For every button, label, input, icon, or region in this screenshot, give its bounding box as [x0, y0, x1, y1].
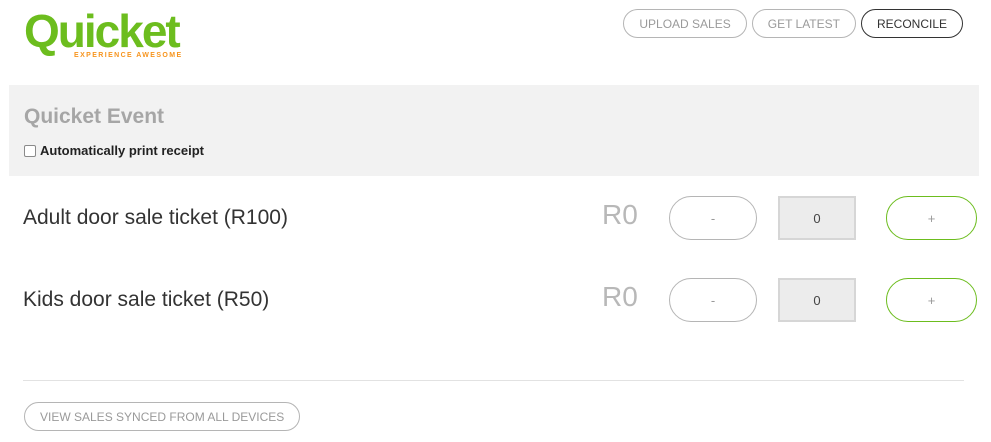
quicket-logo: Quicket EXPERIENCE AWESOME: [24, 8, 214, 64]
upload-sales-button[interactable]: UPLOAD SALES: [623, 9, 747, 38]
ticket-row-kids: Kids door sale ticket (R50) R0 - +: [0, 278, 991, 322]
ticket-total: R0: [602, 199, 638, 230]
ticket-row-adult: Adult door sale ticket (R100) R0 - +: [0, 196, 991, 240]
increase-quantity-button[interactable]: +: [886, 196, 977, 240]
quantity-input[interactable]: [778, 196, 856, 240]
view-synced-sales-button[interactable]: VIEW SALES SYNCED FROM ALL DEVICES: [24, 402, 301, 431]
section-divider: [23, 380, 964, 381]
event-header-panel: Quicket Event Automatically print receip…: [9, 85, 979, 176]
reconcile-button[interactable]: RECONCILE: [860, 9, 963, 38]
ticket-total: R0: [602, 281, 638, 312]
logo-tagline: EXPERIENCE AWESOME: [74, 52, 183, 59]
auto-print-label: Automatically print receipt: [40, 143, 204, 158]
logo-wordmark: Quicket: [24, 5, 181, 57]
decrease-quantity-button[interactable]: -: [669, 278, 757, 322]
increase-quantity-button[interactable]: +: [886, 278, 977, 322]
quantity-input[interactable]: [778, 278, 856, 322]
auto-print-option[interactable]: Automatically print receipt: [24, 143, 204, 158]
ticket-name: Adult door sale ticket (R100): [23, 206, 288, 229]
ticket-name: Kids door sale ticket (R50): [23, 288, 270, 311]
decrease-quantity-button[interactable]: -: [669, 196, 757, 240]
toolbar: UPLOAD SALES GET LATEST RECONCILE: [623, 9, 963, 38]
auto-print-checkbox[interactable]: [24, 144, 36, 157]
get-latest-button[interactable]: GET LATEST: [751, 9, 856, 38]
event-title: Quicket Event: [24, 105, 165, 128]
